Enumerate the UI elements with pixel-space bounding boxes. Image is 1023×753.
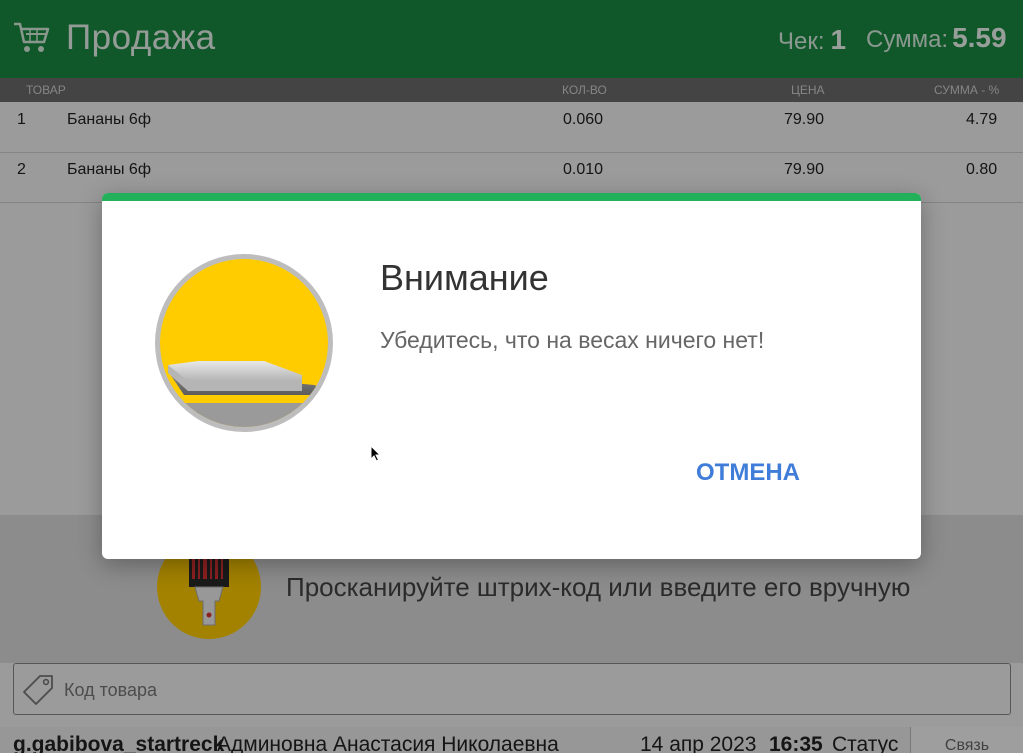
attention-dialog: Внимание Убедитесь, что на весах ничего …	[102, 193, 921, 559]
mouse-cursor-icon	[370, 445, 382, 462]
dialog-title: Внимание	[380, 257, 549, 298]
dialog-message: Убедитесь, что на весах ничего нет!	[380, 327, 765, 353]
cancel-button[interactable]: ОТМЕНА	[688, 451, 808, 495]
empty-scale-icon	[155, 254, 333, 432]
dialog-accent-stripe	[102, 193, 921, 201]
